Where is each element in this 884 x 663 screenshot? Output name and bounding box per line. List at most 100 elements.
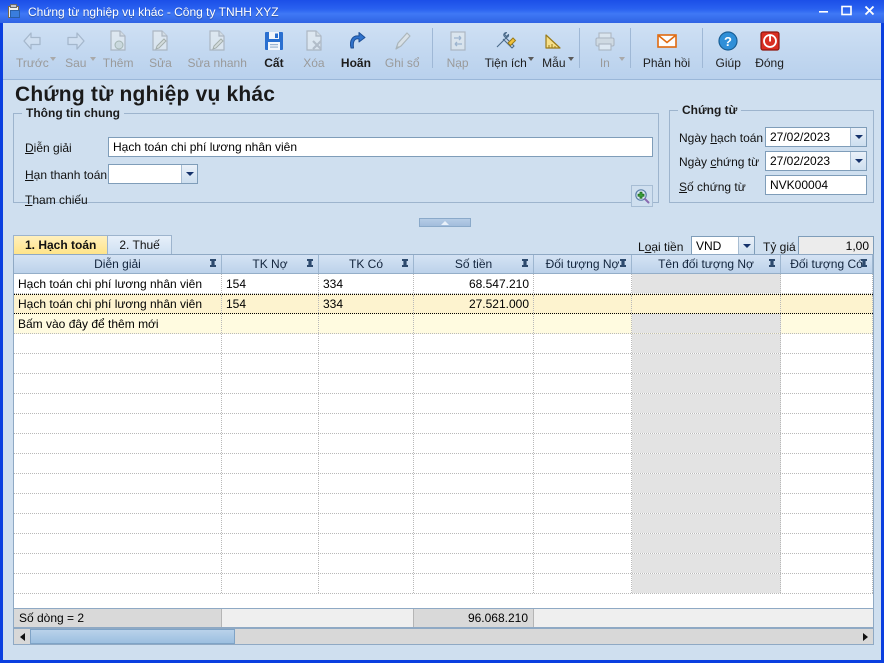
grid-cell[interactable]	[534, 334, 632, 353]
grid-cell[interactable]	[781, 434, 873, 453]
pin-icon[interactable]	[859, 258, 869, 270]
grid-cell[interactable]: 154	[222, 295, 319, 313]
grid-column-header[interactable]: TK Nợ	[222, 255, 319, 273]
dien-giai-input[interactable]: Hạch toán chi phí lương nhân viên	[108, 137, 653, 157]
grid-cell[interactable]	[222, 354, 319, 373]
grid-cell[interactable]: 334	[319, 274, 414, 293]
grid-cell[interactable]	[534, 514, 632, 533]
panel-collapse-handle[interactable]	[419, 218, 471, 227]
grid-cell[interactable]	[781, 334, 873, 353]
grid-cell[interactable]	[414, 414, 534, 433]
scroll-right-icon[interactable]	[857, 629, 873, 644]
grid-cell[interactable]	[632, 374, 781, 393]
grid-cell[interactable]	[222, 534, 319, 553]
grid-cell[interactable]	[222, 574, 319, 593]
grid-cell[interactable]	[319, 514, 414, 533]
grid-column-header[interactable]: Số tiền	[414, 255, 534, 273]
grid-cell[interactable]	[14, 574, 222, 593]
grid-cell[interactable]	[414, 394, 534, 413]
grid-cell[interactable]	[414, 554, 534, 573]
han-thanh-toan-combo[interactable]	[108, 164, 198, 184]
grid-cell[interactable]	[14, 414, 222, 433]
grid-empty-row[interactable]	[14, 434, 873, 454]
grid-cell[interactable]	[781, 474, 873, 493]
grid-empty-row[interactable]	[14, 374, 873, 394]
grid-cell[interactable]: 68.547.210	[414, 274, 534, 293]
tham-chieu-lookup-button[interactable]	[631, 185, 653, 207]
grid-cell[interactable]	[632, 394, 781, 413]
grid-cell[interactable]	[14, 374, 222, 393]
grid-cell[interactable]	[14, 514, 222, 533]
grid-empty-row[interactable]	[14, 574, 873, 594]
toolbar-button-dong[interactable]: Đóng	[748, 23, 791, 77]
tab-hach-toan[interactable]: 1. Hạch toán	[13, 235, 109, 254]
toolbar-button-xoa[interactable]: Xóa	[294, 23, 334, 77]
grid-empty-row[interactable]	[14, 334, 873, 354]
table-row[interactable]: Hạch toán chi phí lương nhân viên 154 334 2…	[14, 294, 873, 314]
grid-cell[interactable]: 27.521.000	[414, 295, 534, 313]
toolbar-button-truoc[interactable]: Trước	[9, 23, 56, 77]
grid-cell[interactable]: Hạch toán chi phí lương nhân viên	[14, 274, 222, 293]
grid-cell[interactable]	[14, 334, 222, 353]
chevron-down-icon[interactable]	[850, 128, 866, 146]
pin-icon[interactable]	[618, 258, 628, 270]
grid-cell[interactable]	[414, 474, 534, 493]
grid-cell[interactable]	[222, 414, 319, 433]
grid-cell[interactable]	[534, 374, 632, 393]
grid-cell[interactable]	[632, 414, 781, 433]
chevron-down-icon[interactable]	[181, 165, 197, 183]
grid-cell[interactable]	[222, 394, 319, 413]
grid-cell[interactable]	[14, 394, 222, 413]
grid-cell[interactable]	[319, 414, 414, 433]
grid-empty-row[interactable]	[14, 554, 873, 574]
grid-cell[interactable]	[319, 494, 414, 513]
grid-cell[interactable]	[534, 394, 632, 413]
grid-cell[interactable]	[781, 494, 873, 513]
grid-cell[interactable]	[319, 334, 414, 353]
toolbar-button-tien-ich[interactable]: Tiện ích	[478, 23, 534, 77]
grid-cell[interactable]	[414, 434, 534, 453]
grid-empty-row[interactable]	[14, 394, 873, 414]
grid-empty-row[interactable]	[14, 354, 873, 374]
scroll-thumb[interactable]	[30, 629, 235, 644]
grid-cell[interactable]	[534, 454, 632, 473]
grid-empty-row[interactable]	[14, 534, 873, 554]
grid-cell[interactable]	[534, 534, 632, 553]
pin-icon[interactable]	[520, 258, 530, 270]
grid-cell[interactable]	[632, 554, 781, 573]
chevron-down-icon[interactable]	[567, 57, 574, 61]
grid-cell[interactable]	[781, 295, 873, 313]
grid-cell[interactable]	[534, 434, 632, 453]
toolbar-button-hoan[interactable]: Hoãn	[334, 23, 378, 77]
grid-cell[interactable]	[414, 534, 534, 553]
grid-column-header[interactable]: Đối tượng Có	[781, 255, 873, 273]
ngay-hach-toan-datepicker[interactable]: 27/02/2023	[765, 127, 867, 147]
toolbar-button-in[interactable]: In	[585, 23, 625, 77]
grid-cell[interactable]	[414, 514, 534, 533]
grid-cell[interactable]	[632, 574, 781, 593]
grid-cell[interactable]	[534, 314, 632, 333]
grid-cell[interactable]	[319, 354, 414, 373]
grid-empty-row[interactable]	[14, 474, 873, 494]
grid-cell[interactable]	[781, 574, 873, 593]
grid-cell[interactable]: Hạch toán chi phí lương nhân viên	[14, 295, 222, 313]
grid-cell[interactable]	[414, 374, 534, 393]
scroll-left-icon[interactable]	[14, 629, 30, 644]
grid-cell[interactable]	[534, 354, 632, 373]
grid-cell[interactable]	[534, 274, 632, 293]
grid-column-header[interactable]: Tên đối tượng Nợ	[632, 255, 781, 273]
pin-icon[interactable]	[767, 258, 777, 270]
toolbar-button-ghi-so[interactable]: Ghi sổ	[378, 23, 427, 77]
grid-cell[interactable]	[222, 474, 319, 493]
maximize-button[interactable]	[836, 1, 857, 19]
grid-cell[interactable]	[632, 514, 781, 533]
grid-cell[interactable]	[14, 534, 222, 553]
grid-cell[interactable]	[222, 554, 319, 573]
grid-cell[interactable]	[534, 295, 632, 313]
grid-cell[interactable]	[781, 534, 873, 553]
grid-empty-row[interactable]	[14, 454, 873, 474]
table-row[interactable]: Hạch toán chi phí lương nhân viên 154 334 6…	[14, 274, 873, 294]
tab-thue[interactable]: 2. Thuế	[107, 235, 172, 254]
grid-cell[interactable]	[319, 394, 414, 413]
grid-column-header[interactable]: TK Có	[319, 255, 414, 273]
